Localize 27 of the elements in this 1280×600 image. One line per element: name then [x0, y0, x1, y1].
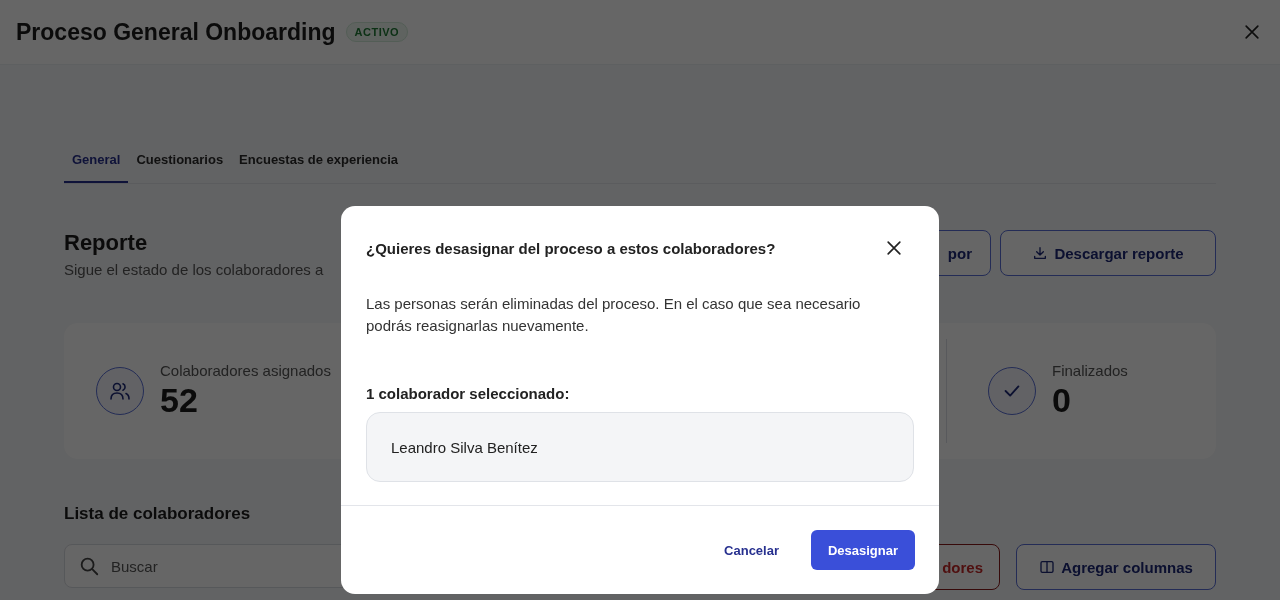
section-title: Lista de colaboradores — [64, 504, 252, 524]
status-badge: ACTIVO — [345, 22, 409, 42]
download-button[interactable]: Descargar reporte — [1000, 230, 1216, 276]
close-icon — [884, 238, 904, 258]
section-title: Reporte — [64, 230, 148, 256]
tab[interactable]: Encuestas de experiencia — [231, 143, 407, 183]
download-icon — [1032, 245, 1049, 261]
people-icon — [96, 367, 144, 415]
cancel-button[interactable]: Cancelar — [724, 534, 779, 566]
dialog-title: ¿Quieres desasignar del proceso a estos colaboradores? — [366, 239, 776, 257]
selection-label: 1 colaborador seleccionado: — [366, 385, 571, 402]
tab[interactable]: General — [64, 143, 129, 183]
add-columns-button[interactable]: Agregar columnas — [1016, 544, 1216, 590]
stat-value: 52 — [160, 381, 199, 420]
search-icon — [78, 555, 100, 577]
stat-label: Finalizados — [1052, 362, 1128, 379]
columns-icon — [1039, 559, 1056, 575]
confirm-button[interactable]: Desasignar — [811, 530, 915, 570]
selected-person: Leandro Silva Benítez — [366, 412, 914, 482]
page-title: Proceso General Onboarding — [16, 18, 336, 46]
stat-value: 0 — [1052, 381, 1072, 420]
section-subtitle: Sigue el estado de los colaboradores a — [64, 261, 325, 278]
check-icon — [988, 367, 1036, 415]
tab[interactable]: Cuestionarios — [128, 143, 232, 183]
stat-label: Colaboradores asignados — [160, 362, 331, 379]
dialog-message: Las personas serán eliminadas del proceso. En el caso que sea necesario podrás reasignarlas nuevamente. — [366, 294, 862, 336]
close-icon — [1242, 22, 1262, 42]
